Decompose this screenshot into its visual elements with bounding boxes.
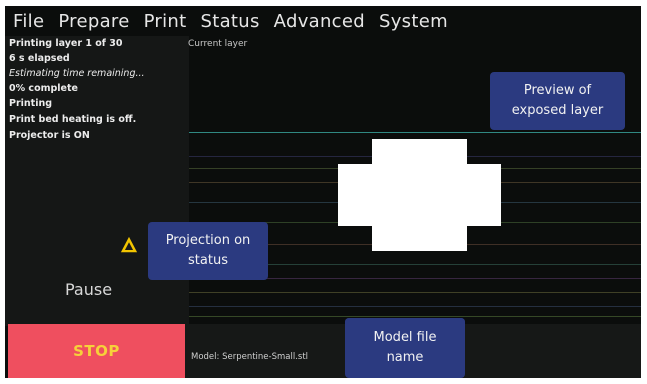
printer-screen: Printing layer 1 of 30 6 s elapsed Estim… xyxy=(5,6,641,378)
menu-status[interactable]: Status xyxy=(201,11,260,32)
status-elapsed: 6 s elapsed xyxy=(9,53,70,64)
callout-model-overlay-text: Model file name xyxy=(373,330,437,365)
model-file-label: Model: Serpentine-Small.stl xyxy=(191,352,309,362)
warning-icon xyxy=(120,236,138,253)
status-layer: Printing layer 1 of 30 xyxy=(9,38,123,49)
callout-preview: Preview of exposed layer xyxy=(490,72,625,130)
callout-model-overlay: Model file name xyxy=(345,318,465,378)
current-layer-label: Current layer xyxy=(188,39,248,49)
menu-print[interactable]: Print xyxy=(144,11,187,32)
menu-advanced[interactable]: Advanced xyxy=(274,11,365,32)
callout-projection-text: Projection on status xyxy=(165,233,251,268)
callout-preview-text: Preview of exposed layer xyxy=(511,83,604,118)
layer-preview-horizontal xyxy=(338,164,501,226)
status-complete: 0% complete xyxy=(9,83,78,94)
stop-button-label: STOP xyxy=(73,342,120,360)
menu-system[interactable]: System xyxy=(379,11,448,32)
callout-projection: Projection on status xyxy=(148,222,268,280)
menu-file[interactable]: File xyxy=(13,11,44,32)
status-projector: Projector is ON xyxy=(9,130,90,141)
menu-bar: File Prepare Print Status Advanced Syste… xyxy=(5,6,641,36)
status-state: Printing xyxy=(9,98,53,109)
stop-button[interactable]: STOP xyxy=(8,324,185,378)
status-remaining: Estimating time remaining... xyxy=(9,68,145,79)
pause-button[interactable]: Pause xyxy=(65,280,112,299)
menu-prepare[interactable]: Prepare xyxy=(58,11,129,32)
status-bed: Print bed heating is off. xyxy=(9,114,137,125)
